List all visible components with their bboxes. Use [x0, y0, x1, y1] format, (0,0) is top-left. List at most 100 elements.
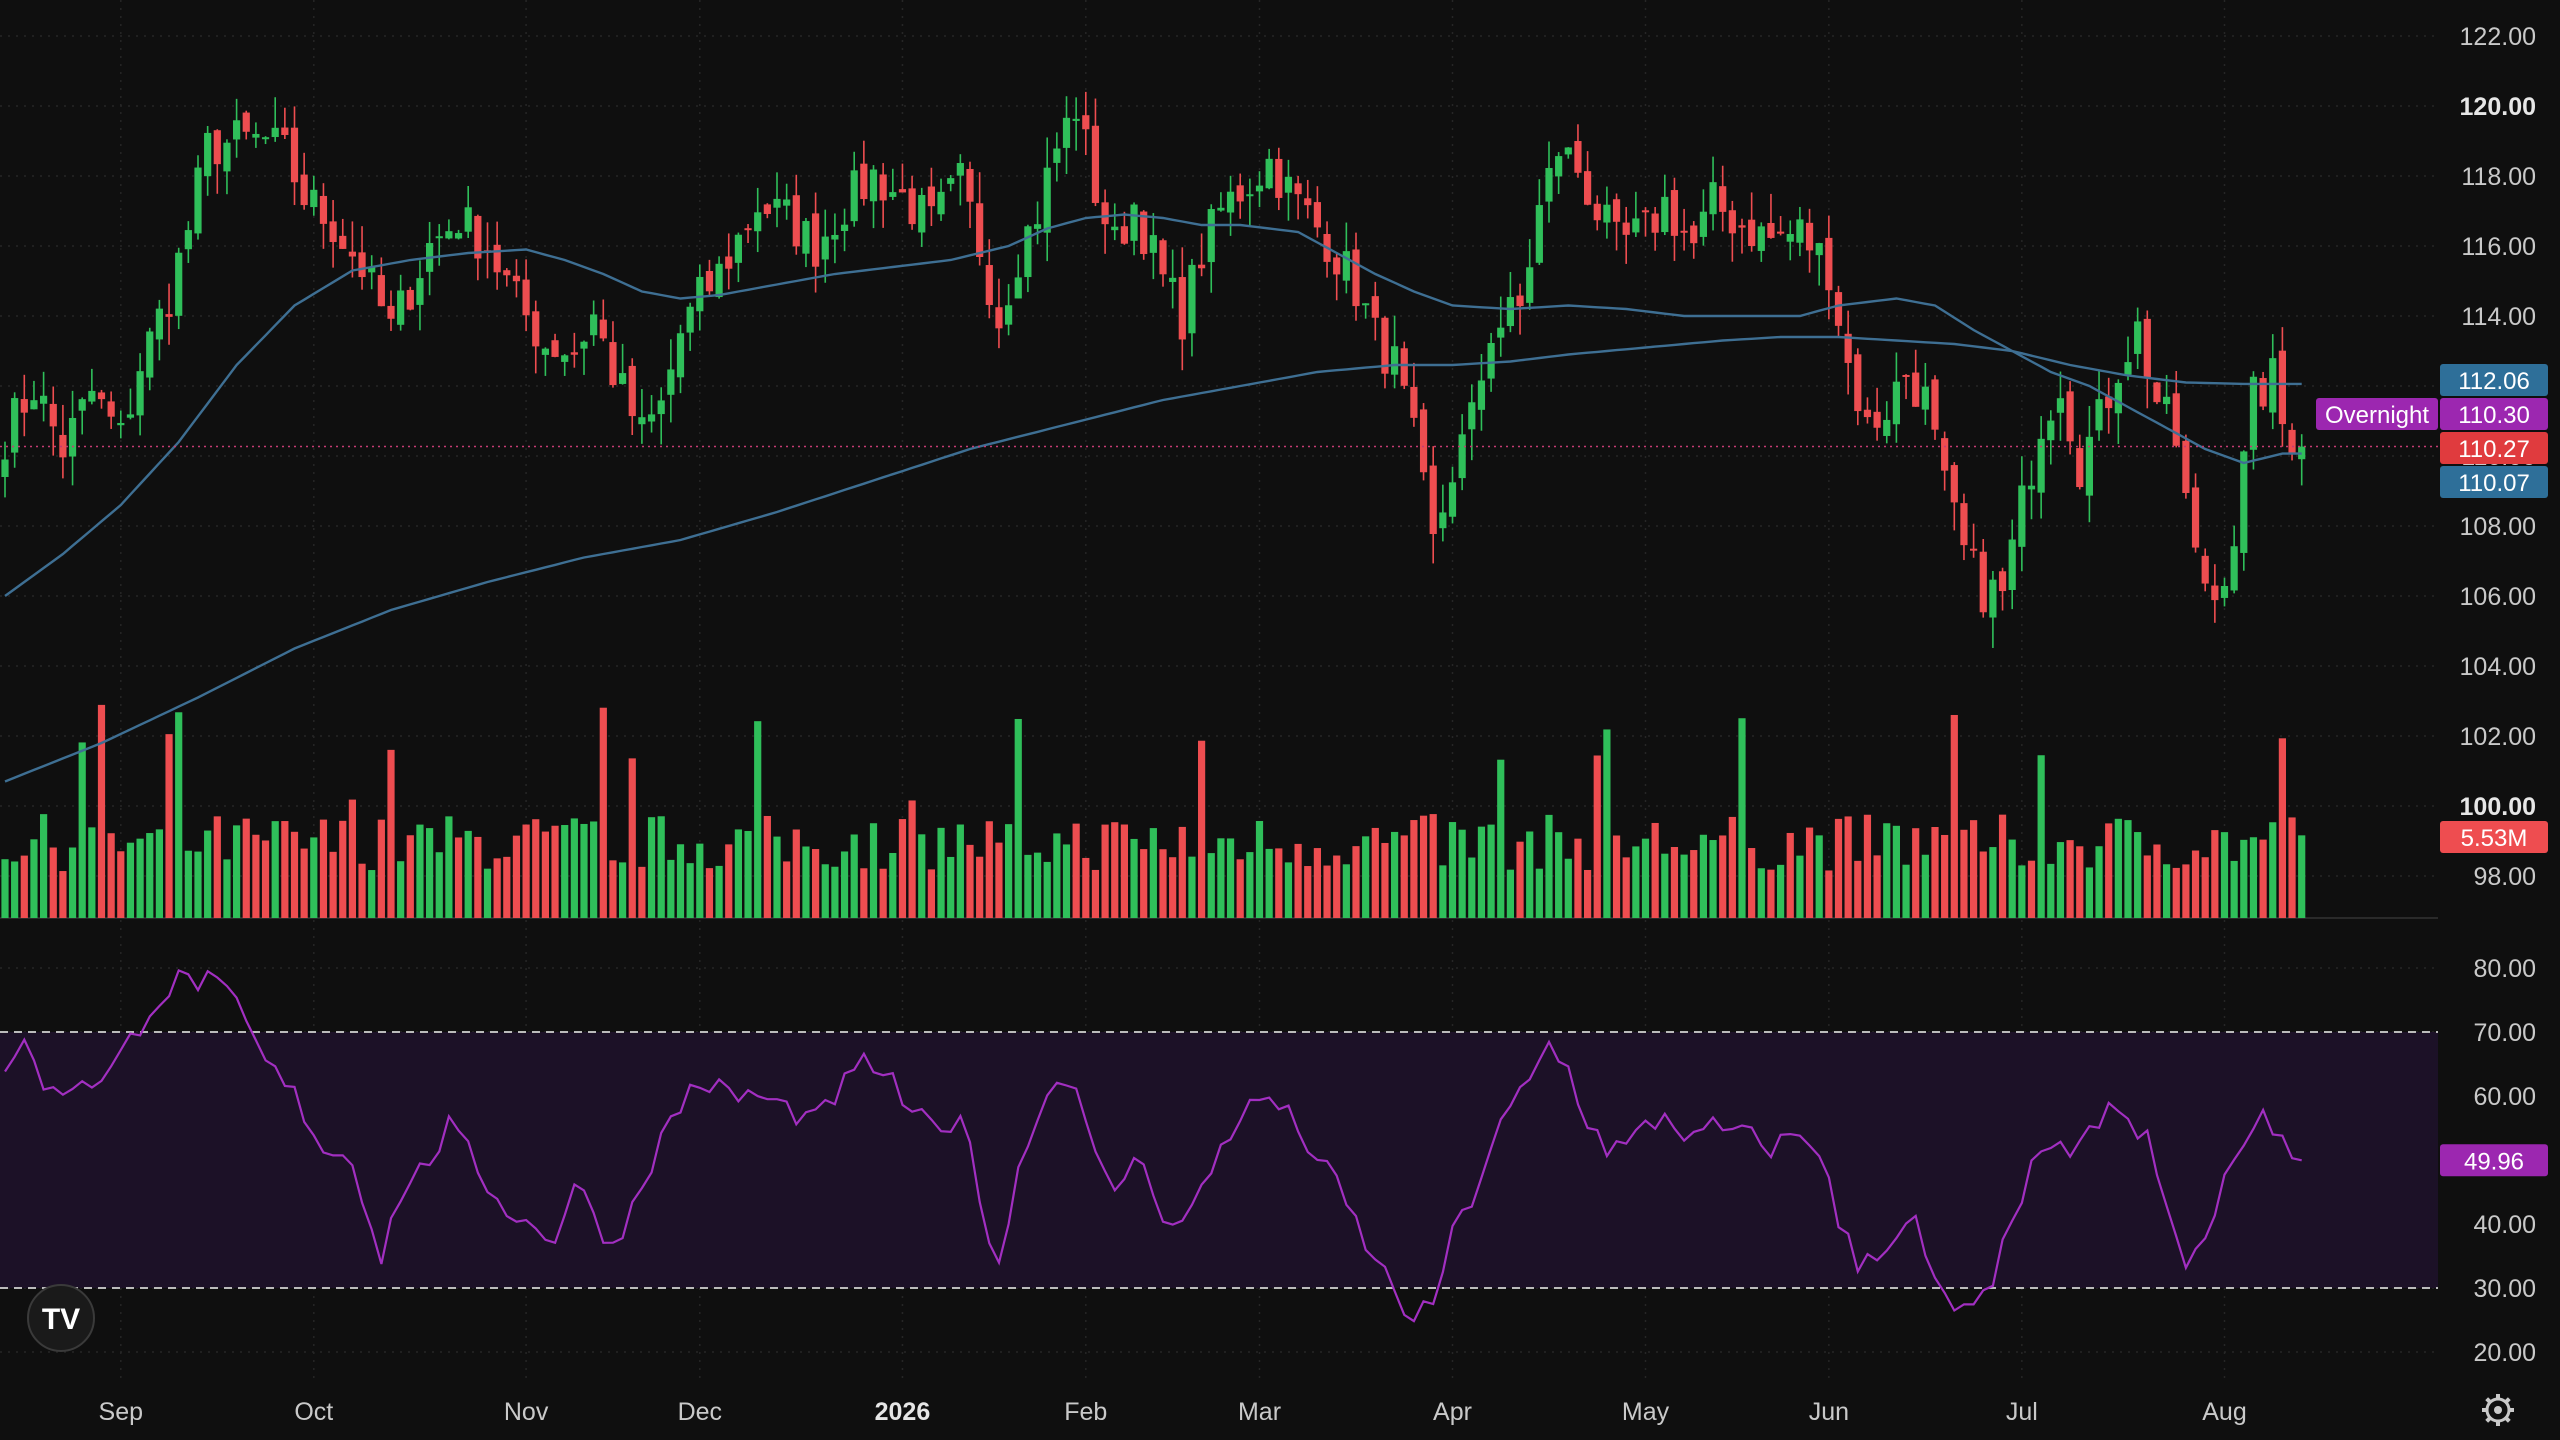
- candle-body[interactable]: [831, 234, 839, 240]
- candle-body[interactable]: [1024, 226, 1032, 278]
- candle-body[interactable]: [869, 169, 878, 202]
- candle-body[interactable]: [840, 224, 849, 232]
- tradingview-logo[interactable]: TV: [27, 1284, 95, 1352]
- candle-body[interactable]: [2201, 555, 2209, 584]
- candle-body[interactable]: [2085, 436, 2093, 496]
- candle-body[interactable]: [1757, 226, 1765, 251]
- candle-body[interactable]: [1333, 257, 1341, 275]
- candle-body[interactable]: [126, 414, 135, 418]
- candle-body[interactable]: [734, 234, 742, 263]
- candle-body[interactable]: [1313, 202, 1321, 228]
- candle-body[interactable]: [976, 203, 984, 258]
- candle-body[interactable]: [1284, 176, 1293, 193]
- candle-body[interactable]: [551, 340, 559, 357]
- candle-body[interactable]: [165, 314, 173, 317]
- candle-body[interactable]: [2249, 376, 2258, 450]
- candle-body[interactable]: [2124, 362, 2132, 375]
- candle-body[interactable]: [812, 213, 820, 267]
- candle-body[interactable]: [1304, 198, 1312, 206]
- candle-body[interactable]: [2182, 440, 2190, 493]
- candle-body[interactable]: [985, 265, 993, 305]
- candle-body[interactable]: [1902, 374, 1910, 377]
- candle-body[interactable]: [1709, 182, 1717, 215]
- candle-body[interactable]: [204, 132, 212, 177]
- candle-body[interactable]: [1062, 117, 1071, 148]
- candle-body[interactable]: [1593, 203, 1601, 221]
- candle-body[interactable]: [2114, 382, 2122, 414]
- candle-body[interactable]: [1863, 409, 1872, 418]
- candle-body[interactable]: [2056, 398, 2065, 413]
- candle-body[interactable]: [1410, 386, 1418, 418]
- candle-body[interactable]: [445, 231, 453, 239]
- candle-body[interactable]: [107, 401, 115, 417]
- candle-body[interactable]: [532, 311, 540, 347]
- candle-body[interactable]: [541, 348, 549, 355]
- candle-body[interactable]: [2153, 382, 2161, 403]
- candle-body[interactable]: [1, 459, 9, 477]
- candle-body[interactable]: [599, 319, 607, 339]
- candle-body[interactable]: [1612, 199, 1621, 222]
- stock-chart[interactable]: 122.00120.00118.00116.00114.00112.00110.…: [0, 0, 2560, 1440]
- candle-body[interactable]: [1941, 438, 1949, 471]
- candle-body[interactable]: [1651, 213, 1659, 233]
- candle-body[interactable]: [1506, 297, 1514, 327]
- candle-body[interactable]: [686, 306, 694, 333]
- candle-body[interactable]: [2240, 451, 2248, 553]
- candle-body[interactable]: [1419, 409, 1428, 473]
- candle-body[interactable]: [995, 307, 1003, 329]
- candle-body[interactable]: [88, 390, 96, 402]
- candle-body[interactable]: [1670, 190, 1679, 236]
- candle-body[interactable]: [435, 236, 443, 239]
- candle-body[interactable]: [1352, 249, 1360, 307]
- settings-gear-icon[interactable]: [2482, 1394, 2514, 1426]
- candle-body[interactable]: [1072, 118, 1080, 121]
- candle-body[interactable]: [966, 168, 974, 202]
- candle-body[interactable]: [2076, 448, 2084, 488]
- candle-body[interactable]: [1690, 225, 1698, 244]
- candle-body[interactable]: [1255, 185, 1264, 192]
- candle-body[interactable]: [68, 417, 77, 457]
- candle-body[interactable]: [638, 417, 646, 425]
- candle-body[interactable]: [522, 279, 530, 316]
- candle-body[interactable]: [937, 191, 945, 215]
- candle-body[interactable]: [40, 395, 48, 404]
- candle-body[interactable]: [1786, 234, 1794, 242]
- candle-body[interactable]: [1680, 230, 1688, 233]
- candle-body[interactable]: [1622, 222, 1630, 235]
- candle-body[interactable]: [512, 275, 521, 282]
- candle-body[interactable]: [715, 263, 723, 298]
- candle-body[interactable]: [1931, 379, 1939, 430]
- candle-body[interactable]: [11, 398, 19, 453]
- candle-body[interactable]: [223, 142, 231, 172]
- candle-body[interactable]: [1603, 204, 1611, 223]
- candle-body[interactable]: [194, 167, 202, 234]
- candle-body[interactable]: [783, 199, 791, 206]
- candle-body[interactable]: [1970, 548, 1978, 551]
- candle-body[interactable]: [1101, 202, 1109, 225]
- candle-body[interactable]: [580, 341, 588, 349]
- candle-body[interactable]: [792, 195, 800, 247]
- candle-body[interactable]: [1217, 207, 1225, 211]
- candle-body[interactable]: [744, 228, 752, 231]
- candle-body[interactable]: [1921, 386, 1929, 410]
- candle-body[interactable]: [406, 289, 414, 310]
- candle-body[interactable]: [387, 305, 395, 319]
- candle-body[interactable]: [1815, 243, 1823, 256]
- candle-body[interactable]: [1043, 167, 1051, 233]
- candle-body[interactable]: [1371, 296, 1379, 318]
- candle-body[interactable]: [802, 221, 810, 254]
- candle-body[interactable]: [348, 251, 356, 257]
- candle-body[interactable]: [1526, 267, 1534, 303]
- candle-body[interactable]: [1005, 305, 1013, 325]
- candle-body[interactable]: [252, 133, 260, 138]
- candle-body[interactable]: [503, 270, 511, 276]
- candle-body[interactable]: [1429, 465, 1437, 535]
- candle-body[interactable]: [1188, 264, 1196, 334]
- candle-body[interactable]: [1439, 512, 1447, 529]
- candle-body[interactable]: [271, 127, 279, 138]
- candle-body[interactable]: [2191, 487, 2200, 548]
- candle-body[interactable]: [1555, 156, 1563, 177]
- candle-body[interactable]: [1400, 348, 1408, 386]
- candle-body[interactable]: [1294, 183, 1302, 195]
- candle-body[interactable]: [117, 422, 125, 426]
